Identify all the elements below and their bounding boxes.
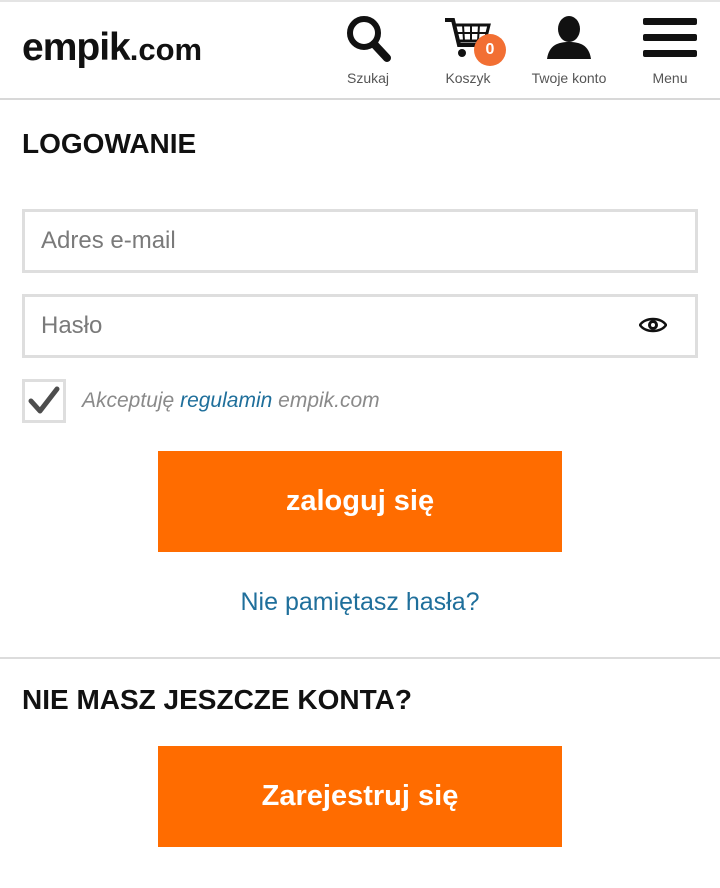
nav-cart-label: Koszyk	[445, 70, 491, 86]
show-password-eye-icon[interactable]	[638, 315, 668, 340]
site-header: empik.com Szukaj 0 Koszyk Twoje konto Me…	[0, 0, 720, 100]
register-title: NIE MASZ JESZCZE KONTA?	[22, 684, 412, 715]
search-icon	[318, 10, 418, 66]
nav-search[interactable]: Szukaj	[318, 10, 418, 86]
nav-account[interactable]: Twoje konto	[519, 10, 619, 86]
nav-menu[interactable]: Menu	[620, 10, 720, 86]
password-field-wrapper	[22, 294, 698, 358]
nav-account-label: Twoje konto	[531, 70, 607, 86]
email-field-wrapper	[22, 209, 698, 273]
nav-search-label: Szukaj	[346, 70, 390, 86]
empik-logo[interactable]: empik.com	[22, 26, 202, 70]
checkmark-icon	[28, 386, 60, 414]
forgot-password-link[interactable]: Nie pamiętasz hasła?	[0, 588, 720, 617]
login-title: LOGOWANIE	[22, 128, 197, 159]
cart-icon: 0	[418, 10, 518, 66]
cart-count-badge: 0	[474, 34, 506, 66]
logo-text: emp	[22, 26, 100, 69]
nav-menu-label: Menu	[652, 70, 688, 86]
terms-checkbox[interactable]	[22, 379, 66, 423]
terms-prefix: Akceptuję	[82, 389, 175, 412]
user-icon	[519, 10, 619, 66]
logo-accent: ik	[99, 26, 131, 69]
section-divider	[0, 657, 720, 659]
terms-link[interactable]: regulamin	[180, 389, 272, 412]
password-field[interactable]	[25, 297, 641, 355]
register-button[interactable]: Zarejestruj się	[158, 746, 562, 847]
email-field[interactable]	[25, 212, 641, 270]
login-button[interactable]: zaloguj się	[158, 451, 562, 552]
terms-text: Akceptuję regulamin empik.com	[82, 389, 380, 413]
hamburger-icon	[620, 10, 720, 66]
nav-cart[interactable]: 0 Koszyk	[418, 10, 518, 86]
logo-suffix: .com	[129, 32, 203, 67]
terms-suffix: empik.com	[278, 389, 380, 412]
